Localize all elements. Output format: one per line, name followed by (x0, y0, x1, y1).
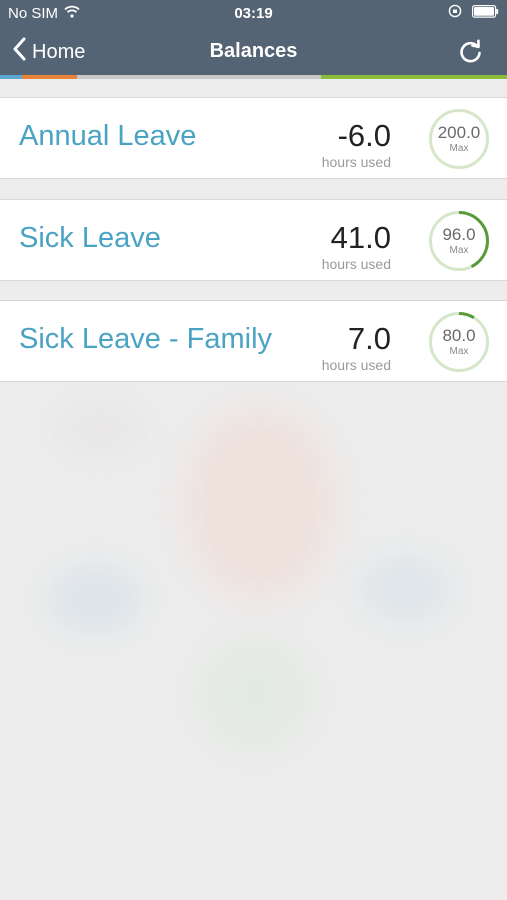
balance-title: Annual Leave (19, 120, 197, 152)
hours-used-label: hours used (321, 154, 391, 170)
balance-card-sick-leave[interactable]: Sick Leave 41.0 hours used 96.0 Max (0, 199, 507, 281)
max-label: Max (449, 245, 469, 256)
max-gauge: 80.0 Max (428, 311, 490, 373)
balance-card-annual-leave[interactable]: Annual Leave -6.0 hours used 200.0 Max (0, 97, 507, 179)
refresh-icon (460, 39, 481, 63)
hours-used-value: 41.0 (330, 220, 391, 255)
battery-icon (472, 4, 499, 22)
max-label: Max (449, 346, 469, 357)
background-blur (60, 409, 140, 449)
max-label: Max (449, 143, 469, 154)
hours-used-value: 7.0 (347, 321, 391, 356)
background-blur (200, 639, 310, 749)
max-value: 200.0 (437, 123, 481, 142)
hours-used-value: -6.0 (337, 118, 391, 153)
hours-used-label: hours used (321, 256, 391, 272)
max-gauge: 200.0 Max (428, 108, 490, 170)
balance-card-sick-leave-family[interactable]: Sick Leave - Family 7.0 hours used 80.0 … (0, 300, 507, 382)
status-bar: No SIM 03:19 (0, 0, 507, 28)
top-bar: No SIM 03:19 Home Balances (0, 0, 507, 79)
status-time: 03:19 (234, 5, 273, 22)
max-value: 80.0 (442, 326, 476, 345)
balance-title: Sick Leave - Family (19, 323, 273, 355)
orientation-lock-icon (448, 4, 462, 22)
refresh-button[interactable] (457, 38, 485, 66)
max-gauge: 96.0 Max (428, 210, 490, 272)
background-blur (50, 569, 140, 629)
chevron-left-icon (12, 37, 26, 67)
background-blur (185, 409, 335, 599)
hours-used-label: hours used (321, 357, 391, 373)
back-button[interactable]: Home (12, 37, 85, 67)
max-value: 96.0 (442, 225, 476, 244)
balances-list: Annual Leave -6.0 hours used 200.0 Max S… (0, 79, 507, 900)
back-label: Home (32, 40, 86, 63)
balance-title: Sick Leave (19, 222, 161, 254)
background-blur (360, 559, 450, 619)
navigation-bar: Home Balances (0, 28, 507, 75)
